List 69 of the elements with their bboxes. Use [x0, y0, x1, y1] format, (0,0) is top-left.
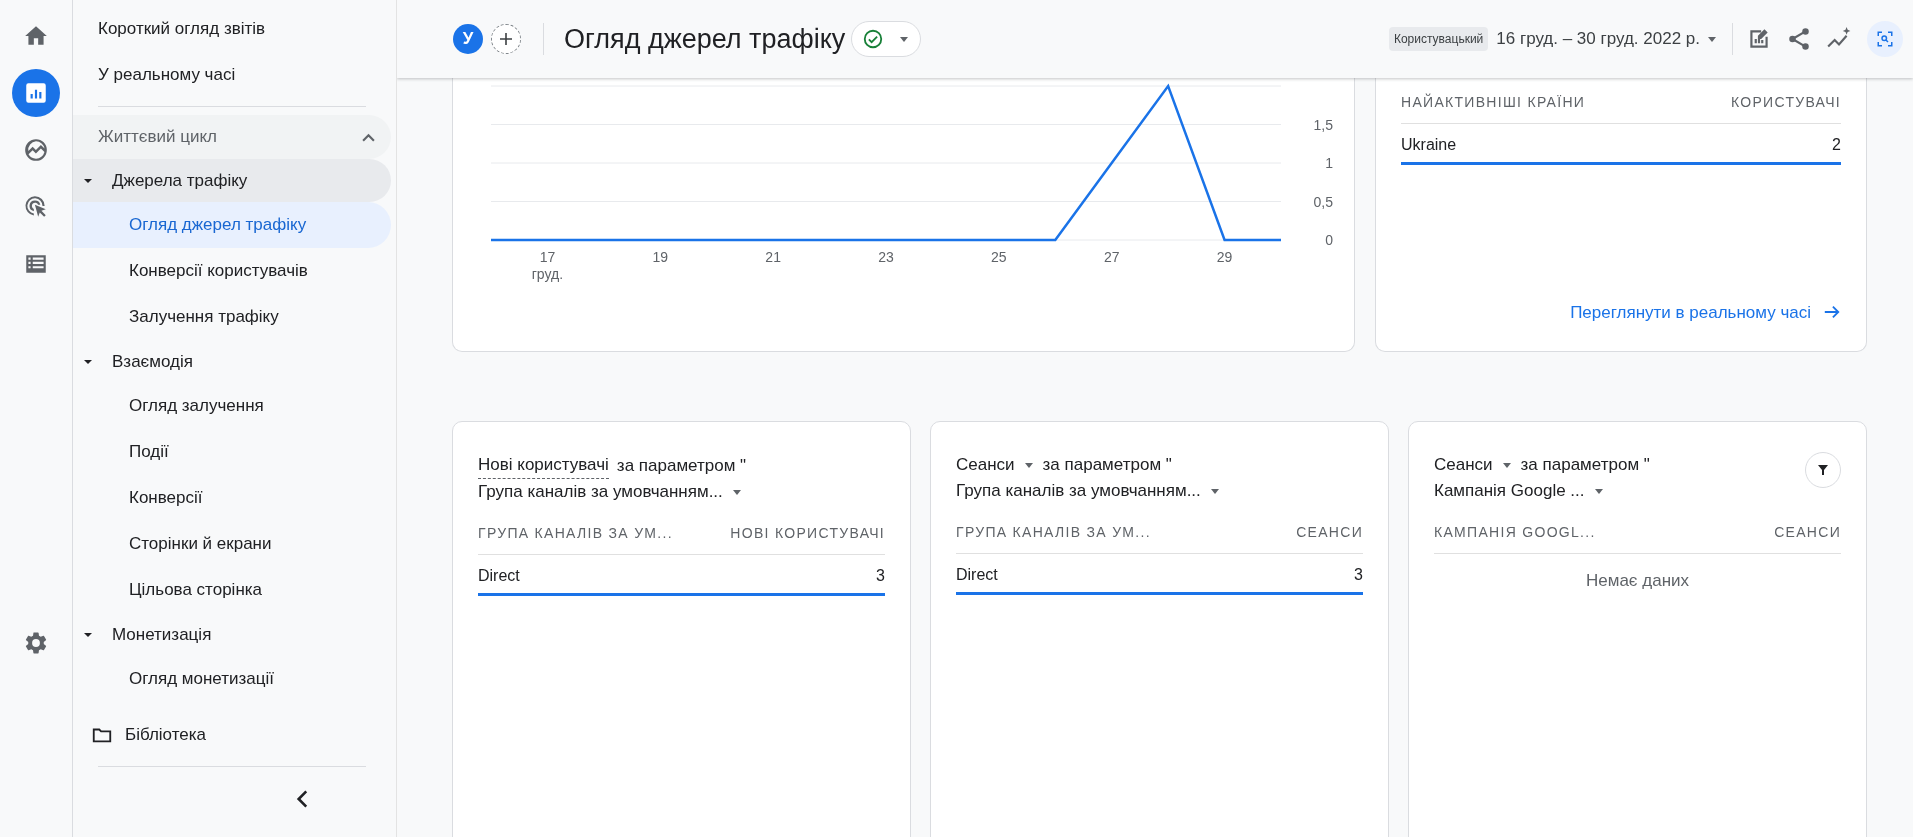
axis-label: 0: [1325, 232, 1333, 248]
comparison-chip: Користувацький: [1388, 27, 1489, 51]
table-cell-text: Ukraine: [1401, 135, 1457, 155]
filter-button[interactable]: [1805, 452, 1841, 488]
column-header: КАМПАНІЯ GOOGL...: [1434, 523, 1596, 542]
bar-chart-button[interactable]: [12, 69, 60, 117]
avatar[interactable]: У: [453, 24, 483, 54]
metric-label: Нові користувачі: [478, 452, 609, 479]
plus-icon: [498, 31, 514, 47]
nav-group[interactable]: Монетизація: [73, 613, 391, 656]
axis-label: 21: [765, 249, 781, 265]
realtime-link[interactable]: Переглянути в реальному часі: [1570, 299, 1841, 325]
empty-message: Немає даних: [1585, 570, 1690, 592]
column-header: ГРУПА КАНАЛІВ ЗА УМ...: [478, 524, 673, 543]
axis-label: 27: [1103, 249, 1120, 265]
nav-item[interactable]: Залучення трафіку: [73, 294, 391, 340]
column-header: ГРУПА КАНАЛІВ ЗА УМ...: [956, 523, 1151, 542]
dimension-dropdown[interactable]: Кампанія Google ...: [1434, 478, 1605, 504]
table-cell-text: 2: [1832, 135, 1841, 155]
axis-label: 23: [878, 249, 894, 265]
date-range-picker[interactable]: 16 груд. – 30 груд. 2022 р.: [1488, 26, 1726, 52]
nav-item[interactable]: Конверсії: [73, 475, 391, 521]
nav-item[interactable]: Цільова сторінка: [73, 567, 391, 613]
page-title: Огляд джерел трафіку: [564, 22, 846, 56]
column-header: КОРИСТУВАЧІ: [1730, 93, 1841, 112]
nav-item[interactable]: У реальному часі: [73, 52, 391, 98]
axis-label: 0,5: [1313, 193, 1333, 210]
filter-icon: [1817, 464, 1829, 476]
gear-icon: [23, 630, 49, 656]
table-cell-text: 3: [1354, 565, 1363, 585]
nav-item[interactable]: Конверсії користувачів: [73, 248, 391, 294]
nav-item[interactable]: Огляд монетизації: [73, 656, 391, 702]
capture-icon: [1876, 30, 1894, 48]
nav-item[interactable]: Огляд залучення: [73, 383, 391, 429]
dimension-dropdown[interactable]: Група каналів за умовчанням...: [956, 478, 1221, 504]
nav-item[interactable]: Події: [73, 429, 391, 475]
axis-label: 1: [1325, 155, 1333, 171]
capture-button[interactable]: [1867, 21, 1903, 57]
table-cell-text: 3: [876, 566, 885, 586]
metric-dropdown[interactable]: Сеанси: [1434, 452, 1513, 478]
table-cell-text: Direct: [956, 565, 998, 585]
parameter-text: за параметром ": [1520, 454, 1650, 476]
column-header: СЕАНСИ: [1774, 523, 1841, 542]
dimension-dropdown[interactable]: Група каналів за умовчанням...: [478, 479, 743, 505]
parameter-text: за параметром ": [616, 454, 747, 477]
share-icon: [1786, 26, 1812, 52]
bar-chart-icon: [23, 80, 49, 106]
column-header: НОВІ КОРИСТУВАЧІ: [730, 524, 885, 543]
axis-label: 25: [991, 249, 1007, 265]
library-item[interactable]: Бібліотека: [73, 712, 391, 758]
axis-label: 17 груд.: [531, 249, 564, 282]
metric-dropdown[interactable]: Сеанси: [956, 452, 1035, 478]
axis-label: 1,5: [1313, 116, 1333, 133]
add-comparison-button[interactable]: [491, 24, 521, 54]
nav-group[interactable]: Джерела трафіку: [73, 159, 391, 202]
nav-item[interactable]: Огляд джерел трафіку: [73, 202, 391, 248]
column-header: СЕАНСИ: [1296, 523, 1363, 542]
nav-item[interactable]: Сторінки й екрани: [73, 521, 391, 567]
column-header: НАЙАКТИВНІШІ КРАЇНИ: [1401, 92, 1586, 112]
nav-group[interactable]: Взаємодія: [73, 340, 391, 383]
parameter-text: за параметром ": [1042, 454, 1172, 476]
check-circle-icon: [862, 28, 885, 50]
nav-item[interactable]: Короткий огляд звітів: [73, 6, 391, 52]
section-header[interactable]: Життєвий цикл: [73, 115, 391, 159]
status-dropdown[interactable]: [851, 21, 922, 57]
table-cell-text: Direct: [478, 566, 520, 586]
axis-label: 29: [1216, 249, 1233, 265]
chevron-icon: [362, 132, 375, 142]
axis-label: 19: [652, 249, 669, 265]
